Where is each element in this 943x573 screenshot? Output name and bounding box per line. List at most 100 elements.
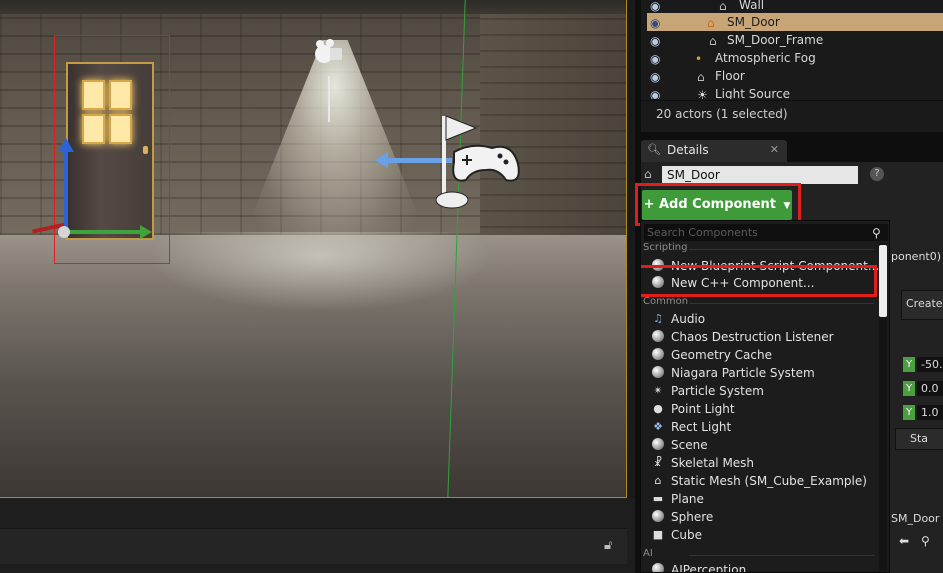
sphere-icon (651, 510, 665, 524)
lock-icon[interactable]: 🔓︎ (604, 538, 620, 554)
eye-icon[interactable]: ◉ (650, 0, 666, 13)
audio-icon: ♫ (653, 312, 663, 325)
eye-icon[interactable]: ◉ (650, 86, 666, 99)
actor-count-status: 20 actors (1 selected) (656, 107, 788, 121)
search-components-input[interactable]: Search Components ⚲ (644, 224, 888, 241)
close-icon[interactable]: ✕ (770, 143, 779, 156)
eye-icon[interactable]: ◉ (650, 14, 666, 30)
gizmo-center[interactable] (58, 226, 70, 238)
menu-item-label: Scene (671, 438, 708, 452)
outliner-row-label: Floor (715, 69, 745, 83)
menu-item-audio[interactable]: ♫ Audio (641, 310, 877, 328)
menu-item-scene[interactable]: Scene (641, 436, 877, 454)
actor-icon: ⌂ (709, 34, 717, 48)
tab-details[interactable]: 🔍︎ Details ✕ (641, 140, 787, 162)
rotation-y-field[interactable]: 0.0 (917, 381, 943, 396)
category-ai: AI (643, 548, 653, 559)
scale-y-field[interactable]: 1.0 (917, 405, 943, 420)
rect-light-icon: ❖ (653, 420, 663, 433)
help-icon[interactable]: ? (870, 167, 884, 181)
outliner-row[interactable]: ◉ ⌂ Wall (647, 0, 943, 14)
actor-name-field[interactable]: SM_Door (662, 166, 858, 184)
outliner-row[interactable]: ◉ ⌂ SM_Door_Frame (647, 31, 943, 49)
spotlight-icon[interactable] (308, 36, 352, 76)
category-common: Common (643, 296, 689, 307)
menu-item-label: Particle System (671, 384, 764, 398)
spotlight-direction (328, 76, 330, 122)
orb-icon (651, 438, 665, 452)
world-outliner: ◉ ⌂ Wall ◉ ⌂ SM_Door ◉ ⌂ SM_Door_Frame ◉… (635, 0, 943, 132)
y-axis-badge: Y (903, 405, 915, 420)
cube-icon: ■ (652, 528, 664, 541)
menu-item-static-mesh[interactable]: ⌂ Static Mesh (SM_Cube_Example) (641, 472, 877, 490)
player-start-icon[interactable] (432, 112, 524, 216)
menu-item-niagara-particle-system[interactable]: Niagara Particle System (641, 364, 877, 382)
mobility-static-button[interactable]: Sta (895, 428, 943, 450)
browse-arrow-icon[interactable]: ⬅ (899, 534, 909, 548)
bottom-panel: 🔓︎ (0, 498, 635, 573)
divider (689, 303, 874, 304)
outliner-row[interactable]: ◉ ⌂ Floor (647, 67, 943, 85)
details-icon: 🔍︎ (647, 143, 661, 156)
actor-icon: ⌂ (719, 0, 727, 13)
menu-item-rect-light[interactable]: ❖ Rect Light (641, 418, 877, 436)
actor-icon: ⌂ (707, 16, 715, 30)
menu-item-label: Chaos Destruction Listener (671, 330, 834, 344)
search-icon: ⚲ (872, 226, 881, 240)
menu-item-particle-system[interactable]: ✴ Particle System (641, 382, 877, 400)
orb-icon (651, 563, 665, 572)
menu-item-label: Skeletal Mesh (671, 456, 755, 470)
menu-item-point-light[interactable]: ● Point Light (641, 400, 877, 418)
menu-item-chaos-destruction-listener[interactable]: Chaos Destruction Listener (641, 328, 877, 346)
menu-item-label: AIPerception (671, 563, 747, 573)
outliner-row-label: SM_Door (727, 15, 780, 29)
gizmo-z-axis[interactable] (58, 138, 74, 232)
static-mesh-icon: ⌂ (654, 474, 662, 487)
divider (689, 249, 874, 250)
bottom-toolbar (0, 528, 627, 564)
actor-icon: ⌂ (697, 70, 705, 84)
menu-item-label: Point Light (671, 402, 735, 416)
menu-item-label: Audio (671, 312, 706, 326)
eye-icon[interactable]: ◉ (650, 68, 666, 84)
scrollbar-thumb[interactable] (879, 245, 887, 317)
category-scripting: Scripting (643, 242, 688, 253)
menu-item-geometry-cache[interactable]: Geometry Cache (641, 346, 877, 364)
gizmo-x-axis[interactable] (68, 225, 152, 239)
menu-item-cube[interactable]: ■ Cube (641, 526, 877, 544)
menu-item-skeletal-mesh[interactable]: ☧ Skeletal Mesh (641, 454, 877, 472)
create-button-label: Create . (906, 297, 943, 310)
y-axis-badge: Y (903, 357, 915, 372)
menu-item-plane[interactable]: ▬ Plane (641, 490, 877, 508)
menu-item-label: Rect Light (671, 420, 732, 434)
divider (689, 555, 874, 556)
outliner-row-label: Wall (739, 0, 765, 12)
tab-details-label: Details (667, 143, 709, 157)
ceiling (0, 0, 626, 14)
static-mesh-value: SM_Door (891, 512, 940, 525)
location-y-field[interactable]: -50. (917, 357, 943, 372)
component-tree-text: ponent0) (891, 250, 942, 263)
outliner-row-label: Atmospheric Fog (715, 51, 816, 65)
outliner-row-selected[interactable]: ◉ ⌂ SM_Door (647, 13, 943, 31)
eye-icon[interactable]: ◉ (650, 32, 666, 48)
highlight-outline (641, 265, 877, 297)
scrollbar[interactable] (879, 243, 887, 571)
menu-item-ai-perception[interactable]: AIPerception (641, 561, 877, 573)
menu-item-sphere[interactable]: Sphere (641, 508, 877, 526)
details-tab-bar: 🔍︎ Details ✕ (635, 132, 943, 162)
level-viewport[interactable] (0, 0, 627, 498)
eye-icon[interactable]: ◉ (650, 50, 666, 66)
orb-icon (651, 330, 665, 344)
menu-item-label: Niagara Particle System (671, 366, 815, 380)
skeleton-icon: ☧ (653, 456, 663, 469)
bulb-icon: ● (653, 402, 663, 415)
fog-icon: • (695, 52, 703, 66)
particle-icon: ✴ (653, 384, 663, 397)
orb-icon (651, 366, 665, 380)
outliner-row[interactable]: ◉ • Atmospheric Fog (647, 49, 943, 67)
outliner-row[interactable]: ◉ ☀ Light Source (647, 85, 943, 99)
create-button[interactable]: Create . (901, 290, 943, 320)
search-icon[interactable]: ⚲ (921, 534, 930, 548)
y-axis-badge: Y (903, 381, 915, 396)
